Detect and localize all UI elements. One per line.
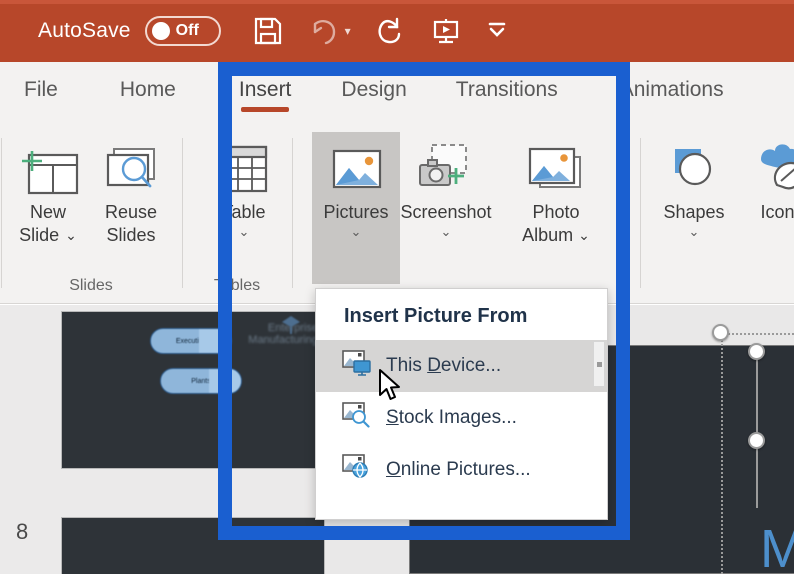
picture-device-icon bbox=[342, 350, 372, 382]
menu-scrollbar[interactable] bbox=[593, 341, 605, 387]
table-icon bbox=[213, 138, 275, 200]
icons-button[interactable]: Icons bbox=[738, 132, 794, 223]
table-caret-icon[interactable]: ⌄ bbox=[239, 225, 250, 238]
screenshot-caret-icon[interactable]: ⌄ bbox=[441, 225, 452, 238]
shapes-button[interactable]: Shapes ⌄ bbox=[650, 132, 738, 238]
group-separator-slides-tables bbox=[182, 138, 183, 288]
redo-icon[interactable] bbox=[373, 14, 407, 48]
tab-home[interactable]: Home bbox=[120, 78, 176, 108]
tab-animations[interactable]: Animations bbox=[620, 78, 724, 108]
ribbon-body: New Slide ⌄ Reuse Slides Slides Table ⌄ … bbox=[0, 124, 794, 304]
autosave-toggle[interactable]: Off bbox=[144, 16, 221, 46]
icons-icon bbox=[751, 138, 794, 200]
mouse-cursor-icon bbox=[378, 368, 406, 411]
ribbon-group-label-slides: Slides bbox=[69, 277, 113, 294]
picture-search-icon bbox=[342, 402, 372, 434]
group-separator-left-slides bbox=[1, 138, 2, 288]
photo-album-caret-icon[interactable]: ⌄ bbox=[578, 227, 590, 243]
group-separator-tables-images bbox=[292, 138, 293, 288]
menu-item-online-pictures[interactable]: Online Pictures... bbox=[316, 444, 607, 496]
photo-album-icon bbox=[522, 138, 590, 200]
undo-dropdown-caret-icon[interactable]: ▾ bbox=[345, 24, 351, 38]
title-bar-top-accent bbox=[0, 0, 794, 4]
save-icon[interactable] bbox=[251, 14, 285, 48]
picture-globe-icon bbox=[342, 454, 372, 486]
new-slide-label-line1: New bbox=[29, 202, 66, 222]
selection-handle-guide-top[interactable] bbox=[712, 324, 729, 341]
tab-design-label: Design bbox=[341, 78, 407, 101]
ribbon-tab-strip: File Home Insert Design Transitions Anim… bbox=[0, 62, 794, 124]
photo-album-label-line2: Album bbox=[522, 224, 574, 245]
autosave-toggle-knob bbox=[151, 22, 170, 40]
title-bar: AutoSave Off ▾ bbox=[0, 0, 794, 62]
slide-thumbnail-7[interactable]: Executive Plants Enterprise Manufacturin… bbox=[61, 311, 325, 469]
tab-file[interactable]: File bbox=[24, 78, 58, 108]
menu-item-this-device[interactable]: This Device... bbox=[316, 340, 607, 392]
reuse-slides-button[interactable]: Reuse Slides bbox=[87, 132, 175, 245]
autosave-label: AutoSave bbox=[38, 19, 131, 42]
tab-insert[interactable]: Insert bbox=[238, 78, 292, 112]
photo-album-button[interactable]: Photo Album ⌄ bbox=[512, 132, 600, 245]
shapes-icon bbox=[663, 138, 725, 200]
insert-picture-dropdown-menu[interactable]: Insert Picture From This Device... Stock… bbox=[315, 288, 608, 520]
pictures-label: Pictures bbox=[323, 202, 389, 222]
screenshot-button[interactable]: Screenshot ⌄ bbox=[400, 132, 492, 238]
shapes-label: Shapes bbox=[663, 202, 725, 222]
shapes-caret-icon[interactable]: ⌄ bbox=[689, 225, 700, 238]
tab-design[interactable]: Design bbox=[341, 78, 406, 108]
customize-quick-access-toolbar-icon[interactable] bbox=[483, 14, 517, 48]
reuse-slides-label-line1: Reuse bbox=[104, 202, 158, 222]
new-slide-label-line2: Slide bbox=[19, 224, 60, 245]
menu-item-online-pictures-label: Online Pictures... bbox=[386, 459, 531, 480]
table-label: Table bbox=[222, 202, 266, 222]
table-button[interactable]: Table ⌄ bbox=[200, 132, 288, 238]
tab-animations-label: Animations bbox=[619, 78, 724, 101]
tab-insert-active-underline bbox=[240, 107, 290, 112]
pictures-caret-icon[interactable]: ⌄ bbox=[351, 225, 362, 238]
reuse-slides-label-line2: Slides bbox=[106, 224, 156, 245]
thumbnail-pill-2-cap bbox=[209, 369, 241, 393]
slide-thumbnail-panel[interactable]: Executive Plants Enterprise Manufacturin… bbox=[0, 305, 330, 574]
new-slide-button[interactable]: New Slide ⌄ bbox=[4, 132, 92, 245]
tab-insert-label: Insert bbox=[238, 78, 292, 101]
group-separator-images-illustrations bbox=[640, 138, 641, 288]
menu-title: Insert Picture From bbox=[344, 305, 528, 327]
start-presentation-icon[interactable] bbox=[429, 14, 463, 48]
thumbnail-logo-icon bbox=[282, 316, 300, 334]
autosave-state-label: Off bbox=[175, 22, 199, 39]
selection-connector-line bbox=[756, 348, 758, 508]
alignment-guide-horizontal bbox=[721, 333, 794, 335]
thumbnail-pill-2: Plants bbox=[160, 368, 242, 394]
menu-item-stock-images[interactable]: Stock Images... bbox=[316, 392, 607, 444]
screenshot-label: Screenshot bbox=[400, 202, 492, 222]
slide-canvas-text: M bbox=[760, 519, 794, 574]
slide-number-8: 8 bbox=[16, 519, 29, 544]
thumbnail-pill-2-label: Plants bbox=[191, 377, 211, 385]
icons-label: Icons bbox=[760, 202, 794, 222]
undo-icon[interactable] bbox=[307, 14, 341, 48]
slide-thumbnail-8[interactable] bbox=[61, 517, 325, 574]
powerpoint-window: AutoSave Off ▾ File Home Insert Design T… bbox=[0, 0, 794, 574]
new-slide-caret-icon[interactable]: ⌄ bbox=[65, 227, 77, 243]
selection-handle-top[interactable] bbox=[748, 343, 765, 360]
alignment-guide-vertical bbox=[721, 340, 723, 574]
tab-home-label: Home bbox=[119, 78, 176, 101]
selection-handle-middle[interactable] bbox=[748, 432, 765, 449]
menu-scrollbar-grip bbox=[597, 362, 602, 367]
pictures-icon bbox=[325, 138, 387, 200]
tab-file-label: File bbox=[24, 78, 58, 101]
reuse-slides-icon bbox=[100, 138, 162, 200]
tab-transitions-label: Transitions bbox=[455, 78, 558, 101]
photo-album-label-line1: Photo bbox=[532, 202, 580, 222]
pictures-button[interactable]: Pictures ⌄ bbox=[312, 132, 400, 284]
tab-transitions[interactable]: Transitions bbox=[456, 78, 558, 108]
new-slide-icon bbox=[17, 138, 79, 200]
ribbon-group-label-tables: Tables bbox=[213, 277, 261, 294]
screenshot-icon bbox=[412, 138, 480, 200]
